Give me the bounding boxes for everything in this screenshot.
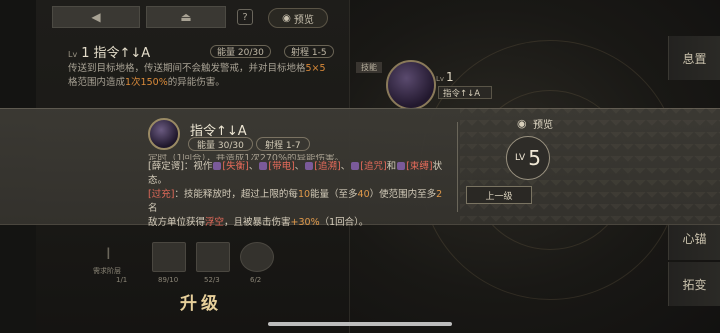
- eye-icon: ◉: [517, 117, 527, 130]
- desc-area: 5×5: [305, 63, 326, 74]
- send-button[interactable]: ◀: [52, 6, 140, 28]
- skill-description: 传送到目标地格，传送期间不会触发警戒，并对目标地格5×5 格范围内造成1次150%…: [68, 62, 330, 90]
- energy-tag: 能量 20/30: [210, 45, 271, 58]
- desc-text: 能量（至多: [310, 189, 358, 200]
- number: 10: [297, 189, 311, 200]
- skill-orb-icon[interactable]: [386, 60, 436, 110]
- send-icon: ◀: [91, 10, 101, 24]
- lv-text: LV: [515, 153, 526, 163]
- home-indicator: [268, 322, 452, 326]
- side-tab-2[interactable]: 拓变: [668, 262, 720, 306]
- range-tag: 射程 1-5: [284, 45, 334, 58]
- status-icon: [351, 162, 360, 170]
- number: 40: [357, 189, 370, 200]
- material-count: 89/10: [158, 276, 179, 284]
- desc-text: 格范围内造成: [68, 77, 126, 88]
- keyword: [追咒]: [360, 161, 387, 172]
- popup-description: 定时（1回合），并造成1次270%的异能伤害。 [薛定谔]：视作 [失衡]、 [带电…: [148, 154, 448, 230]
- skill-name: 指令↑↓A: [93, 46, 151, 61]
- orb-level: Lv 1: [436, 70, 454, 84]
- desc-text: ）使范围内至多: [369, 189, 437, 200]
- desc-text: 敌方单位获得: [148, 217, 206, 228]
- keyword: [过充]: [148, 189, 175, 200]
- divider: [457, 122, 458, 212]
- preview-toggle[interactable]: ◉ 预览: [268, 8, 328, 28]
- keyword: [失衡]: [222, 161, 249, 172]
- desc-line: [薛定谔]：视作 [失衡]、 [带电]、 [追溯]、 [追咒]和 [束缚]状态。: [148, 161, 443, 186]
- upgrade-button[interactable]: 升级: [180, 289, 222, 314]
- req-label: 需求阶层: [93, 267, 121, 275]
- status-icon: [259, 162, 268, 170]
- skill-title: Lv 1 指令↑↓A: [68, 42, 150, 61]
- desc-line: 敌方单位获得浮空，且被暴击伤害+30%（1回合）。: [148, 216, 448, 230]
- previous-level-button[interactable]: 上一级: [466, 186, 532, 204]
- level-badge: LV 5: [506, 136, 550, 180]
- desc-damage: 1次150%: [125, 77, 168, 88]
- desc-text: 名: [148, 203, 158, 214]
- preview-label: 预览: [293, 14, 314, 26]
- orb-level-value: 1: [446, 70, 454, 84]
- stack-icon: ⏏: [180, 10, 192, 24]
- decorative-pattern: [460, 108, 720, 225]
- material-count: 52/3: [204, 276, 220, 284]
- stack-button[interactable]: ⏏: [146, 6, 226, 28]
- tier-icon: Ⅰ: [106, 244, 111, 263]
- desc-text: （1回合）。: [319, 217, 369, 228]
- orb-lv-prefix: Lv: [436, 75, 445, 83]
- material-slot[interactable]: [240, 242, 274, 272]
- material-count: 6/2: [250, 276, 262, 284]
- number: 2: [436, 189, 443, 200]
- skill-badge: 技能: [356, 62, 382, 73]
- number: +30%: [290, 217, 320, 228]
- lv-number: 5: [528, 146, 541, 170]
- material-slot[interactable]: [152, 242, 186, 272]
- desc-text: 的异能伤害。: [167, 77, 225, 88]
- popup-energy-tag: 能量 30/30: [188, 137, 253, 151]
- desc-line: [过充]：技能释放时，超过上限的每10能量（至多40）使范围内至多2 名: [148, 188, 448, 216]
- status-icon: [305, 162, 314, 170]
- skill-icon: [148, 118, 180, 150]
- status-icon: [213, 162, 222, 170]
- desc-text: ，且被暴击伤害: [224, 217, 291, 228]
- lv-prefix: Lv: [68, 50, 78, 59]
- orb-name: 指令↑↓A: [438, 86, 492, 99]
- skill-level: 1: [81, 46, 90, 61]
- keyword: [束缚]: [406, 161, 433, 172]
- desc-text: 传送到目标地格，传送期间不会触发警戒，并对目标地格: [68, 63, 306, 74]
- material-slot[interactable]: [196, 242, 230, 272]
- popup-range-tag: 射程 1-7: [256, 137, 310, 151]
- desc-text: [薛定谔]：视作: [148, 161, 213, 172]
- req-value: 1/1: [116, 276, 128, 284]
- status-icon: [397, 162, 406, 170]
- desc-text: ：技能释放时，超过上限的每: [174, 189, 298, 200]
- desc-text: 和: [386, 161, 397, 172]
- keyword: [追溯]: [314, 161, 341, 172]
- preview-title: 预览: [533, 120, 553, 131]
- side-tab-0[interactable]: 息置: [668, 36, 720, 80]
- keyword: [带电]: [268, 161, 295, 172]
- keyword: 浮空: [205, 217, 225, 228]
- help-button[interactable]: ?: [237, 9, 253, 25]
- eye-icon: ◉: [282, 12, 291, 24]
